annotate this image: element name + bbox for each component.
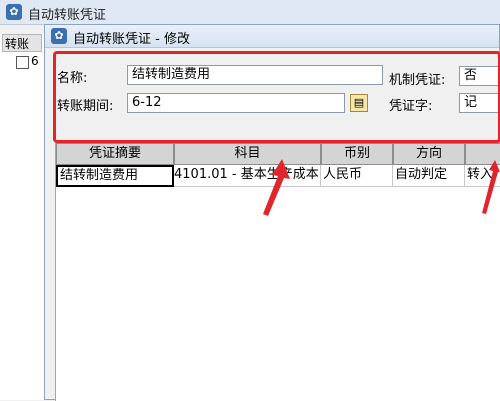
name-label: 名称: bbox=[57, 71, 88, 86]
name-field[interactable]: 结转制造费用 bbox=[127, 65, 383, 85]
row-checkbox[interactable] bbox=[16, 56, 29, 69]
background-column-header[interactable]: 转账 bbox=[2, 34, 42, 52]
column-header-currency[interactable]: 币别 bbox=[321, 143, 393, 165]
browse-icon: ▤ bbox=[353, 96, 365, 109]
annotation-arrow bbox=[482, 160, 500, 214]
voucher-form: 名称: 结转制造费用 转账期间: 6-12 ▤ 机制凭证: 否 凭证字: 记 bbox=[45, 47, 500, 145]
background-list-pane: 转账 6 bbox=[0, 34, 45, 400]
app-icon: ✿ bbox=[6, 4, 22, 20]
cell-summary[interactable]: 结转制造费用 bbox=[56, 165, 174, 187]
voucher-word-label: 凭证字: bbox=[389, 99, 433, 114]
dialog-title-bar[interactable]: ✿ 自动转账凭证 - 修改 bbox=[45, 25, 499, 48]
app-icon: ✿ bbox=[51, 28, 67, 44]
voucher-word-field[interactable]: 记 bbox=[459, 93, 500, 113]
machine-voucher-field[interactable]: 否 bbox=[459, 66, 500, 86]
dialog-title: 自动转账凭证 - 修改 bbox=[73, 32, 190, 47]
machine-voucher-label: 机制凭证: bbox=[389, 73, 446, 88]
period-browse-button[interactable]: ▤ bbox=[350, 94, 368, 112]
annotation-arrow bbox=[263, 159, 290, 216]
column-header-account[interactable]: 科目 bbox=[174, 143, 321, 165]
cell-direction[interactable]: 自动判定 bbox=[393, 165, 465, 187]
background-title-bar: ✿ 自动转账凭证 bbox=[0, 0, 500, 25]
cell-account[interactable]: 4101.01 - 基本生产成本 bbox=[174, 165, 321, 187]
column-header-direction[interactable]: 方向 bbox=[393, 143, 465, 165]
cell-currency[interactable]: 人民币 bbox=[321, 165, 393, 187]
period-label: 转账期间: bbox=[57, 99, 114, 114]
background-window-title: 自动转账凭证 bbox=[28, 8, 107, 23]
period-field[interactable]: 6-12 bbox=[127, 93, 345, 113]
background-row-text: 6 bbox=[31, 54, 39, 68]
column-header-summary[interactable]: 凭证摘要 bbox=[56, 143, 174, 165]
